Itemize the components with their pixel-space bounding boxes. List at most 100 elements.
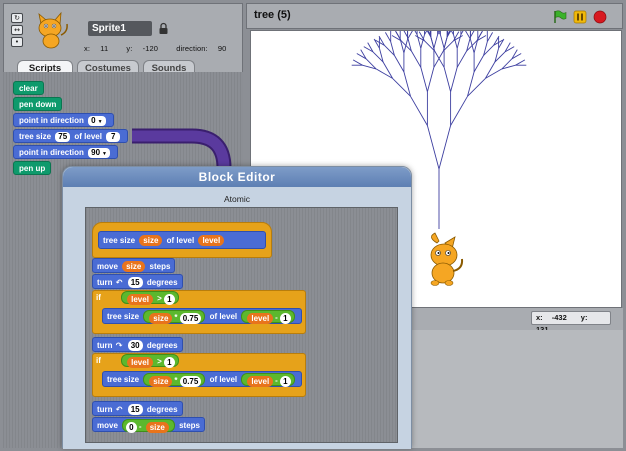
if-level-arg[interactable]: level [127, 293, 153, 305]
greater-than-operator[interactable]: level > 1 [121, 291, 179, 305]
move-block[interactable]: move size steps [92, 258, 176, 273]
block-editor-dialog: Block Editor Atomic tree size size of le… [62, 166, 412, 449]
turn-left-value[interactable]: 15 [127, 277, 143, 289]
clear-block[interactable]: clear [13, 81, 44, 95]
turn-left-block-2[interactable]: turn ↶ 15 degrees [92, 401, 183, 416]
level-param[interactable]: level [198, 235, 225, 247]
multiply-symbol: * [174, 313, 178, 323]
multiply-operator[interactable]: size * 0.75 [143, 310, 206, 324]
tree-branch [420, 67, 428, 92]
mouse-x-label: x: [536, 313, 543, 322]
recurse-size-arg[interactable]: size [149, 312, 173, 324]
move-size-arg[interactable]: size [122, 261, 146, 273]
dialog-title[interactable]: Block Editor [63, 167, 411, 187]
left-right-icon[interactable]: ↔ [11, 25, 23, 35]
zero-value[interactable]: 0 [126, 421, 137, 433]
y-value: -120 [142, 44, 159, 53]
stop-icon[interactable] [593, 10, 607, 24]
tree-branch [443, 34, 449, 49]
minus-one-value[interactable]: 1 [280, 312, 291, 324]
minus-one-value-2[interactable]: 1 [280, 375, 291, 387]
turn-right-icon: ↷ [115, 341, 123, 350]
mouse-y-label: y: [580, 313, 588, 322]
subtract-operator-2[interactable]: level - 1 [241, 373, 295, 387]
if-level-arg-2[interactable]: level [127, 356, 153, 368]
direction-dropdown-2[interactable]: 90 [88, 147, 110, 158]
multiply-operator-2[interactable]: size * 0.75 [143, 373, 206, 387]
pen-up-label: pen up [19, 164, 46, 173]
cat-sprite-icon[interactable] [419, 231, 469, 291]
minus-symbol: - [275, 313, 278, 323]
point-in-direction-label: point in direction [19, 116, 84, 125]
tree-branch [426, 67, 435, 92]
mouse-coordinates: x: -432y: 131 [531, 311, 611, 334]
turn-label: turn [97, 278, 113, 287]
subtract-operator[interactable]: level - 1 [241, 310, 295, 324]
turn-left-icon-2: ↶ [115, 405, 123, 414]
if-value[interactable]: 1 [164, 293, 175, 305]
stage-header: tree (5) [246, 3, 623, 29]
sprite-info-panel: ↻ ↔ • Sprite1 x: 11 y: -120 direction: 9… [3, 3, 243, 76]
pen-up-block[interactable]: pen up [13, 161, 52, 175]
turn-right-block[interactable]: turn ↷ 30 degrees [92, 337, 183, 352]
recurse-level-arg-2[interactable]: level [247, 375, 274, 387]
tree-branch [486, 32, 493, 42]
no-rotate-icon[interactable]: • [11, 37, 23, 47]
recurse-size-arg-2[interactable]: size [149, 375, 173, 387]
direction-value: 90 [217, 44, 227, 53]
tree-branch [460, 25, 467, 35]
turn-left-value-2[interactable]: 15 [127, 404, 143, 416]
tree-branch [453, 34, 458, 49]
point-in-direction-block-2[interactable]: point in direction 90 [13, 145, 118, 159]
scratch-window: ↻ ↔ • Sprite1 x: 11 y: -120 direction: 9… [0, 0, 626, 451]
rotate-all-icon[interactable]: ↻ [11, 13, 23, 23]
size-param[interactable]: size [139, 235, 163, 247]
factor-value[interactable]: 0.75 [179, 312, 202, 324]
define-prototype[interactable]: tree size size of level level [98, 231, 266, 249]
greater-than-operator-2[interactable]: level > 1 [121, 354, 179, 368]
if-value-2[interactable]: 1 [164, 356, 175, 368]
tree-size-recursive-call[interactable]: tree size size * 0.75 of level level - 1 [102, 308, 302, 324]
size-input[interactable]: 75 [55, 131, 71, 142]
move-size-arg-2[interactable]: size [145, 421, 169, 433]
move-back-block[interactable]: move 0 - size steps [92, 417, 205, 433]
define-label: tree size [103, 236, 136, 245]
sprite-name-field[interactable]: Sprite1 [88, 21, 152, 36]
point-in-direction-block[interactable]: point in direction 0 [13, 113, 114, 127]
tree-branch [352, 59, 363, 66]
tree-branch [464, 29, 471, 40]
tree-branch [443, 67, 452, 92]
stage-footer: x: -432y: 131 [405, 308, 623, 334]
tree-branch [401, 27, 408, 38]
turn-label-3: turn [97, 405, 113, 414]
clear-label: clear [19, 84, 38, 93]
gt-symbol-2: > [157, 357, 162, 367]
recurse-level-arg[interactable]: level [247, 312, 274, 324]
recurse-label-2: tree size [107, 375, 140, 384]
tree-branch [438, 125, 452, 170]
direction-dropdown[interactable]: 0 [88, 115, 106, 126]
block-editor-canvas[interactable]: tree size size of level level move size … [85, 207, 398, 443]
factor-value-2[interactable]: 0.75 [179, 375, 202, 387]
tree-size-recursive-call-2[interactable]: tree size size * 0.75 of level level - 1 [102, 371, 302, 387]
if-label-2: if [96, 356, 101, 365]
tree-branch [515, 59, 526, 66]
level-input[interactable]: 7 [106, 131, 121, 142]
lock-icon[interactable] [158, 22, 169, 35]
degrees-label: degrees [146, 278, 178, 287]
turn-left-block[interactable]: turn ↶ 15 degrees [92, 274, 183, 289]
pen-down-block[interactable]: pen down [13, 97, 63, 111]
green-flag-icon[interactable] [553, 10, 567, 24]
multiply-symbol-2: * [174, 376, 178, 386]
turn-right-value[interactable]: 30 [127, 340, 143, 352]
tree-branch [433, 50, 444, 68]
if-header-2: if level > 1 [92, 353, 185, 368]
direction-label: direction: [176, 44, 208, 53]
tree-size-label: tree size [19, 132, 52, 141]
tree-branch [403, 38, 409, 54]
minus-symbol-2: - [275, 376, 278, 386]
pause-icon[interactable] [573, 10, 587, 24]
subtract-operator-3[interactable]: 0 - size [122, 419, 175, 433]
tree-size-call-block[interactable]: tree size 75 of level 7 [13, 129, 129, 143]
x-value: 11 [100, 44, 109, 53]
